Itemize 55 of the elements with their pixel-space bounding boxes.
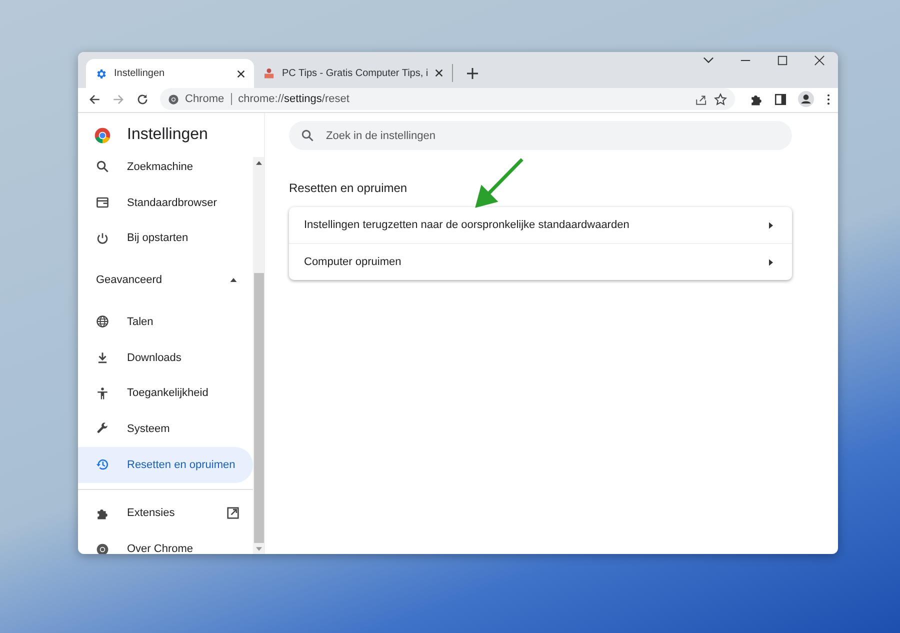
caret-right-icon [769, 222, 773, 228]
star-icon[interactable] [714, 92, 727, 106]
sidebar-item[interactable]: Downloads [78, 340, 253, 376]
search-field[interactable]: Zoek in de instellingen [289, 121, 792, 150]
plus-icon[interactable] [467, 68, 478, 79]
sidebar-item[interactable]: Resetten en opruimen [78, 446, 253, 482]
download-icon [96, 351, 109, 364]
browser-tab[interactable]: PC Tips - Gratis Computer Tips, i [254, 64, 454, 82]
site-label: Chrome [185, 93, 232, 105]
chevron-down-icon[interactable] [703, 55, 714, 66]
gear-icon [95, 68, 107, 80]
sidebar-item[interactable]: Bij opstarten [78, 220, 253, 256]
sidebar-item[interactable]: Zoekmachine [78, 149, 253, 185]
sidebar-item[interactable]: Standaardbrowser [78, 184, 253, 220]
collapse-caret-icon [230, 278, 237, 282]
arrow-annotation [472, 157, 526, 211]
sidebar-item[interactable]: Talen [78, 304, 253, 340]
close-icon[interactable] [435, 69, 444, 77]
chrome-logo-icon [168, 94, 179, 104]
power-icon [96, 232, 109, 245]
puzzle-icon [96, 506, 109, 520]
sidebar-item[interactable]: Toegankelijkheid [78, 375, 253, 412]
side-panel-icon[interactable] [774, 92, 787, 106]
close-icon[interactable] [237, 70, 245, 78]
scrollbar-thumb[interactable] [254, 273, 264, 543]
more-menu-icon[interactable] [827, 94, 830, 104]
back-arrow-icon[interactable] [88, 92, 101, 106]
caret-right-icon [769, 258, 773, 266]
history-icon [96, 458, 109, 472]
reload-icon[interactable] [136, 92, 149, 106]
person-favicon-icon [263, 67, 275, 79]
maximize-icon[interactable] [777, 55, 788, 66]
sidebar-item[interactable]: Extensies [78, 496, 253, 532]
search-icon [96, 160, 109, 174]
section-heading: Resetten en opruimen [289, 181, 408, 195]
close-icon[interactable] [814, 55, 825, 66]
accessibility-figure-icon [96, 386, 109, 400]
external-link-icon [227, 507, 239, 520]
settings-title: Instellingen [127, 126, 208, 144]
profile-avatar-icon[interactable] [798, 91, 814, 107]
url-text: chrome://settings/reset [238, 93, 350, 105]
sidebar-item[interactable]: Systeem [78, 411, 253, 447]
settings-row[interactable]: Instellingen terugzetten naar de oorspronkelijke standaardwaarden [289, 207, 792, 243]
wrench-icon [96, 422, 109, 436]
scrollbar[interactable] [253, 157, 264, 554]
scroll-up-icon[interactable] [256, 161, 262, 165]
chrome-logo-icon [94, 126, 111, 144]
settings-row[interactable]: Computer opruimen [289, 243, 792, 280]
puzzle-icon[interactable] [750, 92, 763, 106]
browser-tab[interactable]: Instellingen [86, 59, 254, 88]
globe-icon [96, 315, 109, 328]
sidebar-item[interactable]: Over Chrome [78, 531, 253, 554]
advanced-section-toggle[interactable]: Geavanceerd [78, 256, 253, 304]
address-bar[interactable]: Chrome chrome://settings/reset [160, 88, 735, 110]
browser-window-icon [96, 196, 109, 210]
